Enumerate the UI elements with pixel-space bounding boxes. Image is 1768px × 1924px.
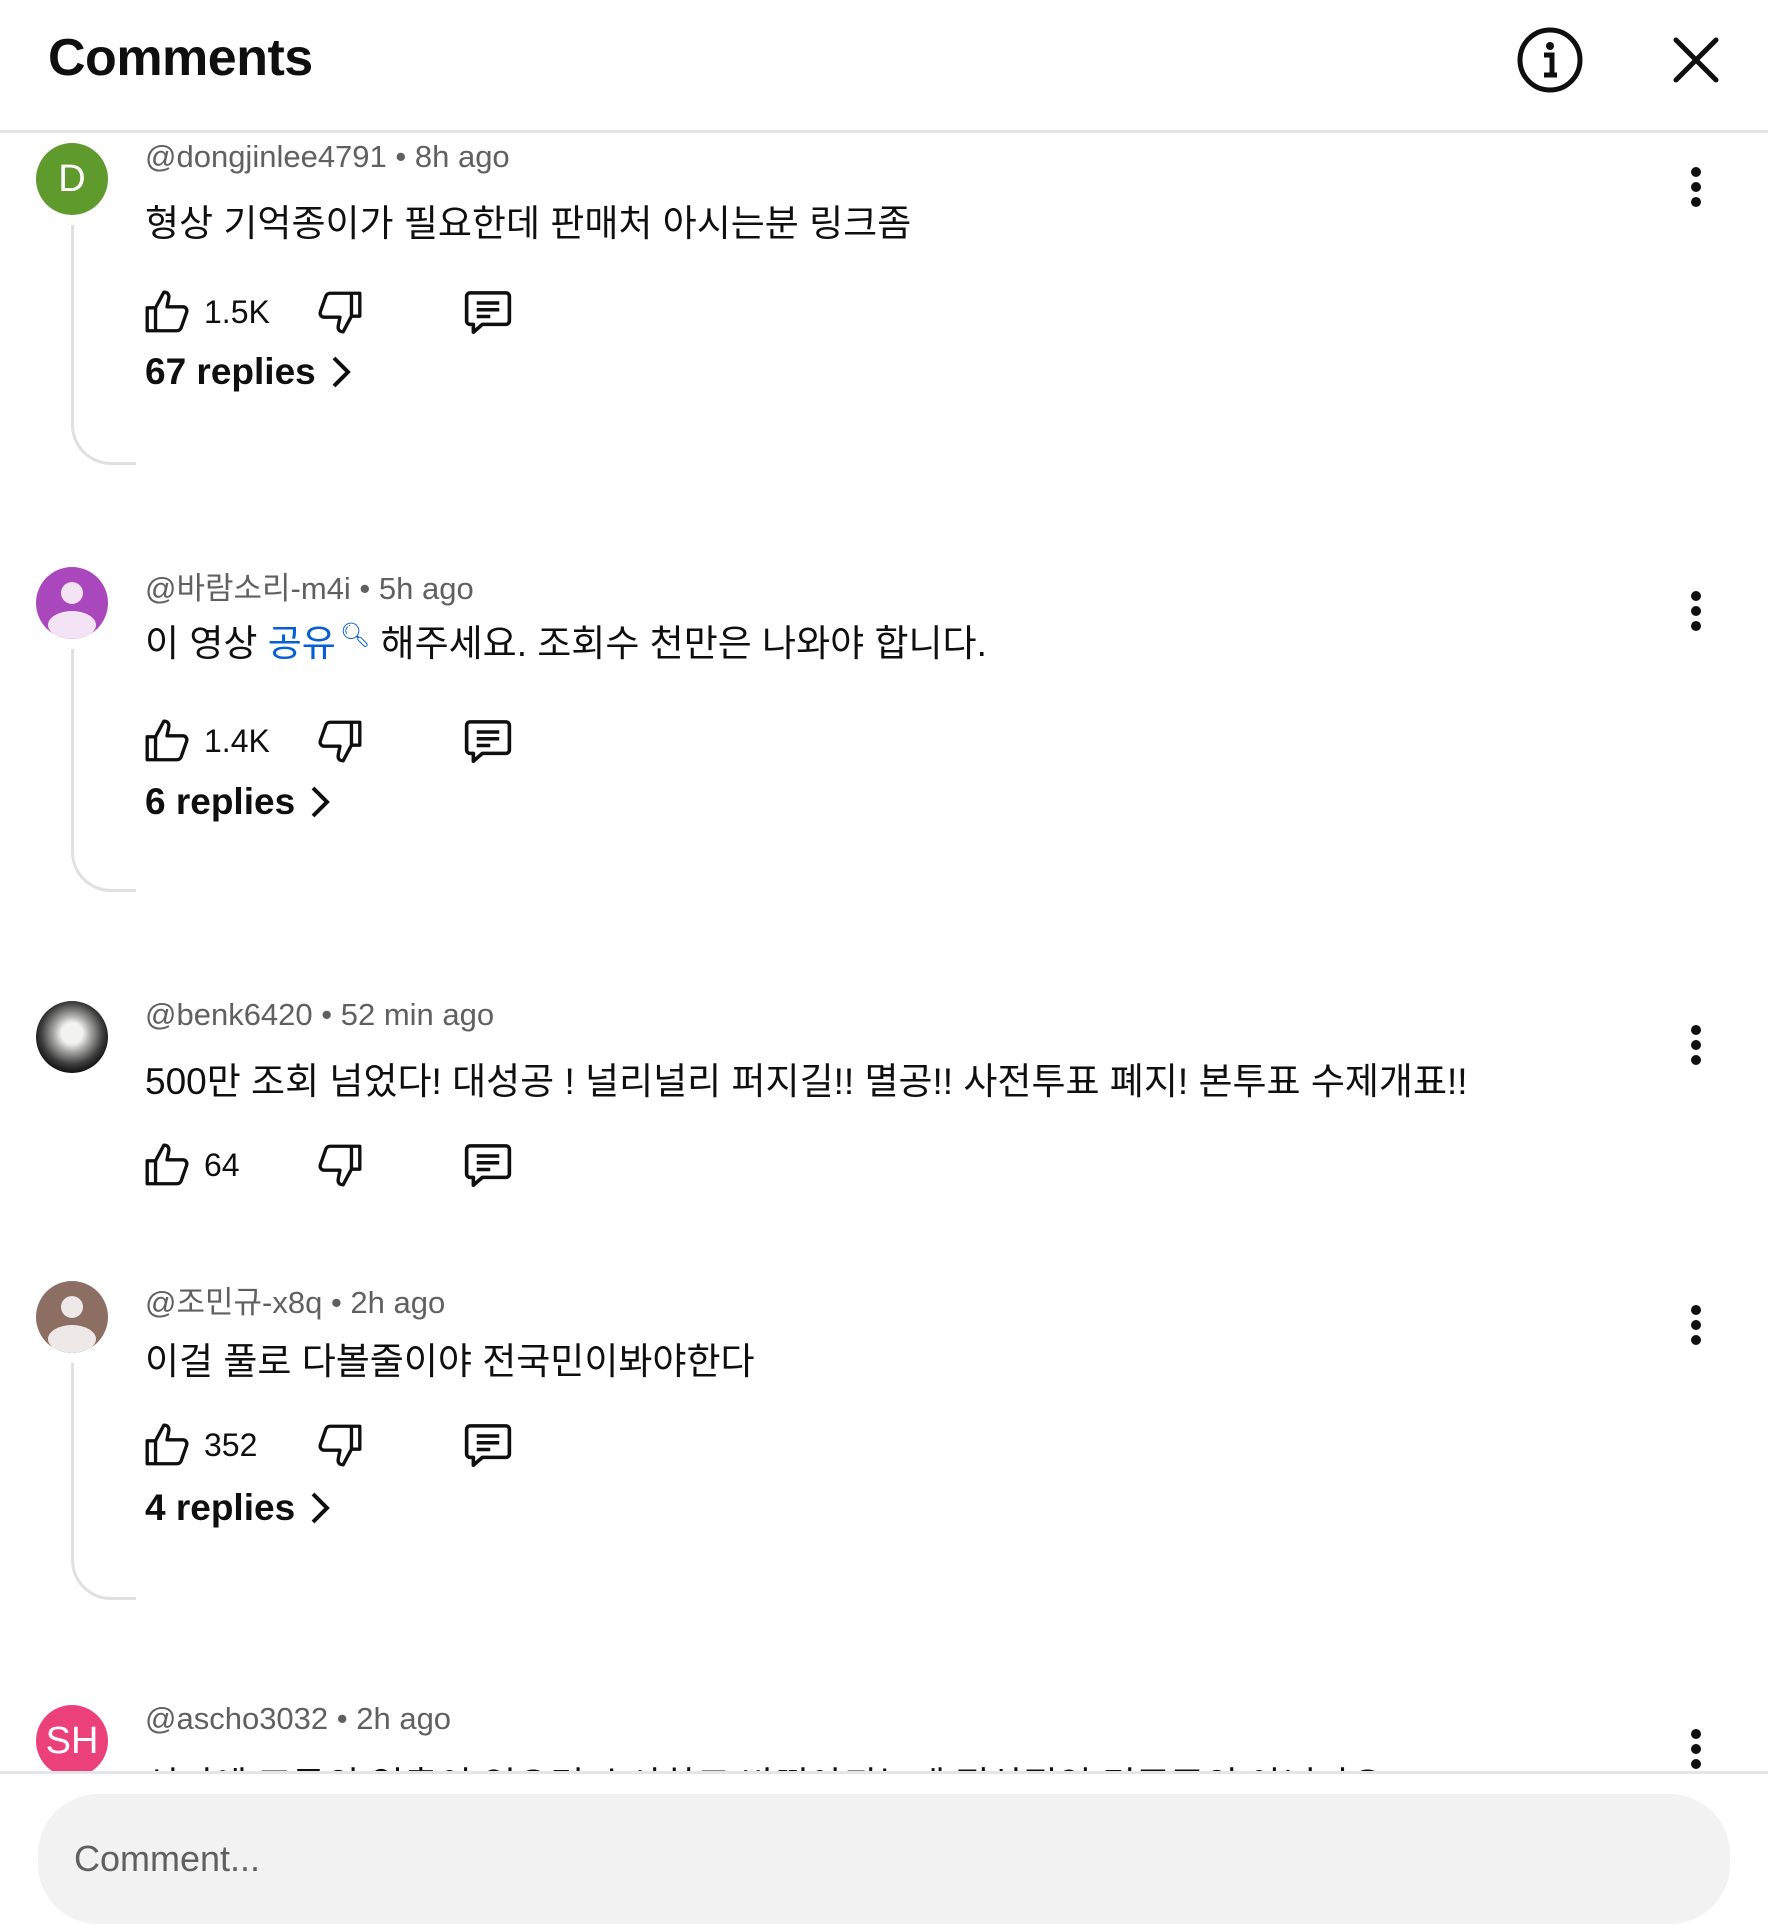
- page-title: Comments: [48, 29, 313, 87]
- thread-line: [71, 1363, 136, 1600]
- like-count: 1.5K: [204, 293, 270, 330]
- avatar[interactable]: SH: [36, 1705, 108, 1771]
- close-button[interactable]: [1660, 24, 1732, 96]
- comment-actions: 1.5K: [142, 282, 542, 342]
- comment-icon: [464, 720, 512, 764]
- more-options-button[interactable]: [1676, 157, 1716, 217]
- comment-text-part: 이 영상: [145, 623, 268, 664]
- like-count: 64: [204, 1146, 240, 1183]
- comment-text: 이 영상 공유 🔍︎ 해주세요. 조회수 천만은 나와야 합니다.: [145, 613, 987, 667]
- comment-actions: 352: [142, 1415, 542, 1475]
- comment-actions: 1.4K: [142, 711, 542, 771]
- like-count: 1.4K: [204, 722, 270, 759]
- comment-meta: @조민규-x8q • 2h ago: [145, 1285, 446, 1320]
- thumbs-up-icon: [145, 1423, 189, 1466]
- more-options-button[interactable]: [1676, 1719, 1716, 1771]
- replies-label: 4 replies: [145, 1487, 296, 1528]
- comment-composer: [0, 1771, 1768, 1924]
- like-button[interactable]: 352: [142, 1415, 257, 1475]
- info-icon: [1517, 27, 1583, 93]
- like-button[interactable]: 1.4K: [142, 711, 270, 771]
- info-button[interactable]: [1514, 24, 1586, 96]
- chevron-right-icon: [311, 1492, 330, 1524]
- replies-label: 67 replies: [145, 351, 316, 392]
- avatar[interactable]: [36, 1281, 108, 1353]
- comments-list[interactable]: D @dongjinlee4791 • 8h ago 형상 기억종이가 필요한데…: [0, 133, 1768, 1771]
- more-vert-icon: [1691, 1729, 1701, 1769]
- search-icon[interactable]: 🔍︎: [340, 622, 370, 649]
- thumbs-down-icon: [318, 291, 362, 334]
- more-vert-icon: [1691, 1305, 1701, 1345]
- more-options-button[interactable]: [1676, 1295, 1716, 1355]
- comment-item: @benk6420 • 52 min ago 500만 조회 넘었다! 대성공 …: [0, 997, 1768, 1267]
- thumbs-up-icon: [145, 290, 189, 333]
- comment-icon: [464, 1424, 512, 1468]
- more-vert-icon: [1691, 1025, 1701, 1065]
- comment-item: SH @ascho3032 • 2h ago 선거에 조국의 입출이 있으면 수…: [0, 1701, 1768, 1771]
- reply-button[interactable]: [458, 1135, 518, 1195]
- comment-item: @조민규-x8q • 2h ago 이걸 풀로 다볼줄이야 전국민이봐야한다 3…: [0, 1277, 1768, 1697]
- view-replies-button[interactable]: 67 replies: [145, 351, 352, 393]
- comment-meta: @benk6420 • 52 min ago: [145, 997, 495, 1032]
- thumbs-up-icon: [145, 719, 189, 762]
- comment-item: @바람소리-m4i • 5h ago 이 영상 공유 🔍︎ 해주세요. 조회수 천…: [0, 563, 1768, 983]
- thumbs-up-icon: [145, 1143, 189, 1186]
- reply-button[interactable]: [458, 282, 518, 342]
- like-button[interactable]: 1.5K: [142, 282, 270, 342]
- comment-meta: @ascho3032 • 2h ago: [145, 1701, 452, 1736]
- comment-item: D @dongjinlee4791 • 8h ago 형상 기억종이가 필요한데…: [0, 139, 1768, 559]
- comment-icon: [464, 291, 512, 335]
- chevron-right-icon: [332, 356, 351, 388]
- comment-meta: @바람소리-m4i • 5h ago: [145, 571, 474, 606]
- reply-button[interactable]: [458, 1415, 518, 1475]
- like-button[interactable]: 64: [142, 1135, 240, 1195]
- chevron-right-icon: [311, 786, 330, 818]
- comment-text: 선거에 조국의 입출이 있으면 수사하고 바꿔야되는게 정상적인 민주주의 아닌…: [145, 1755, 1385, 1771]
- like-count: 352: [204, 1426, 258, 1463]
- default-avatar-icon: [48, 1296, 96, 1353]
- comment-meta: @dongjinlee4791 • 8h ago: [145, 139, 510, 174]
- comment-text: 500만 조회 넘었다! 대성공 ! 널리널리 퍼지길!! 멸공!! 사전투표 …: [145, 1061, 1468, 1102]
- replies-label: 6 replies: [145, 781, 296, 822]
- more-vert-icon: [1691, 167, 1701, 207]
- thread-line: [71, 225, 136, 465]
- thumbs-down-icon: [318, 1144, 362, 1187]
- thumbs-down-icon: [318, 1424, 362, 1467]
- comment-actions: 64: [142, 1135, 542, 1195]
- comment-icon: [464, 1144, 512, 1188]
- avatar[interactable]: [36, 1001, 108, 1073]
- comment-text: 이걸 풀로 다볼줄이야 전국민이봐야한다: [145, 1341, 755, 1382]
- reply-button[interactable]: [458, 711, 518, 771]
- dislike-button[interactable]: [310, 1415, 370, 1475]
- more-options-button[interactable]: [1676, 1015, 1716, 1075]
- close-icon: [1673, 37, 1719, 83]
- comment-text: 형상 기억종이가 필요한데 판매처 아시는분 링크좀: [145, 203, 912, 244]
- avatar[interactable]: [36, 567, 108, 639]
- view-replies-button[interactable]: 4 replies: [145, 1487, 331, 1529]
- view-replies-button[interactable]: 6 replies: [145, 781, 331, 823]
- thread-line: [71, 649, 136, 892]
- comment-text-part: 해주세요. 조회수 천만은 나와야 합니다.: [370, 623, 987, 664]
- search-link[interactable]: 공유: [268, 623, 336, 664]
- avatar[interactable]: D: [36, 143, 108, 215]
- dislike-button[interactable]: [310, 1135, 370, 1195]
- comments-header: Comments: [0, 0, 1768, 133]
- more-vert-icon: [1691, 591, 1701, 631]
- dislike-button[interactable]: [310, 282, 370, 342]
- default-avatar-icon: [48, 582, 96, 639]
- comment-input[interactable]: [38, 1794, 1730, 1924]
- dislike-button[interactable]: [310, 711, 370, 771]
- thumbs-down-icon: [318, 720, 362, 763]
- more-options-button[interactable]: [1676, 581, 1716, 641]
